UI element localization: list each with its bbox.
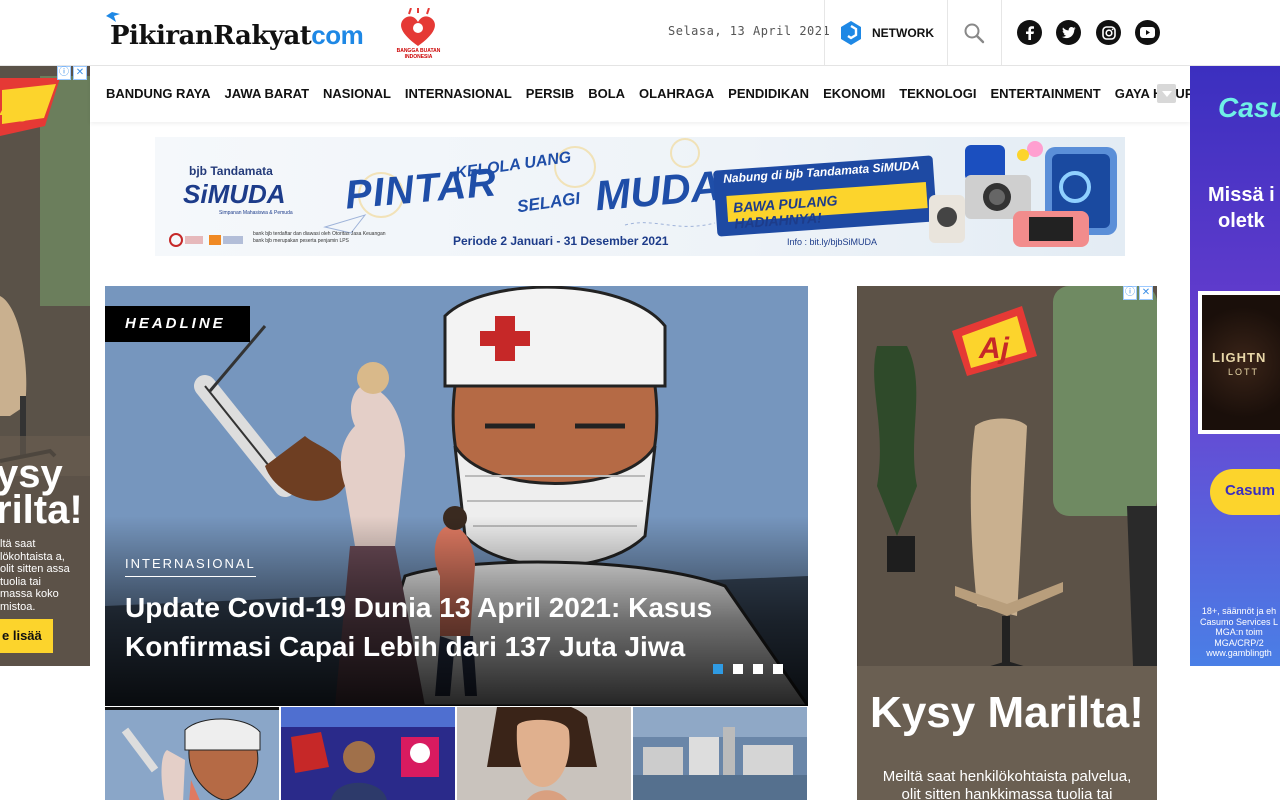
nav-item-teknologi[interactable]: TEKNOLOGI	[899, 86, 976, 101]
right-side-ad-headline-2: oletk	[1218, 210, 1265, 232]
network-label: NETWORK	[872, 26, 934, 40]
nav-item-nasional[interactable]: NASIONAL	[323, 86, 391, 101]
badge-text: BANGGA BUATAN INDONESIA	[396, 48, 441, 60]
banner-legal: bank bjb terdaftar dan diawasi oleh Otor…	[253, 231, 386, 244]
headline-tag: HEADLINE	[105, 306, 250, 342]
twitter-link[interactable]	[1056, 20, 1081, 45]
logo-text: PikiranRakyatcom	[110, 20, 364, 51]
banner-simuda-sub: Simpanan Mahasiswa & Pemuda	[219, 210, 293, 216]
nav-item-jawa-barat[interactable]: JAWA BARAT	[225, 86, 310, 101]
twitter-icon	[1061, 26, 1076, 38]
right-ad-title: Kysy Marilta!	[870, 688, 1144, 737]
right-column-ad[interactable]: Aj Kysy Marilta! Meiltä saat henkilökoht…	[857, 286, 1157, 800]
thumbnail-image	[457, 707, 631, 800]
lottery-logo-text: LIGHTN	[1212, 350, 1267, 365]
facebook-link[interactable]	[1017, 20, 1042, 45]
thumbnail-3[interactable]	[457, 707, 631, 800]
lottery-logo-frame: LIGHTN LOTT	[1198, 291, 1280, 434]
casumo-brand: Casu	[1218, 92, 1280, 123]
nav-item-bola[interactable]: BOLA	[588, 86, 625, 101]
adchoices[interactable]: ⓘ ✕	[57, 66, 89, 80]
site-header: PikiranRakyatcom BANGGA BUATAN INDONESIA…	[0, 0, 1280, 66]
divider	[1001, 0, 1002, 66]
lottery-logo-sub: LOTT	[1228, 367, 1260, 377]
instagram-link[interactable]	[1096, 20, 1121, 45]
thumbnail-image	[281, 707, 455, 800]
slider-dots	[713, 664, 783, 674]
ojk-lps-logos	[169, 233, 243, 247]
headline-thumbnails	[105, 707, 808, 800]
main-nav: BANDUNG RAYA JAWA BARAT NASIONAL INTERNA…	[90, 66, 1193, 122]
thumbnail-image	[633, 707, 807, 800]
nav-item-gaya-hidup[interactable]: GAYA HIDUP	[1115, 86, 1194, 101]
banner-info: Info : bit.ly/bjbSiMUDA	[787, 237, 878, 247]
thumbnail-2[interactable]	[281, 707, 455, 800]
adchoices-info-icon[interactable]: ⓘ	[57, 66, 71, 80]
ad-close-icon[interactable]: ✕	[1139, 286, 1153, 300]
site-logo[interactable]: PikiranRakyatcom BANGGA BUATAN INDONESIA	[106, 7, 446, 60]
adchoices-info-icon[interactable]: ⓘ	[1123, 286, 1137, 300]
headline-category[interactable]: INTERNASIONAL	[125, 556, 256, 577]
search-icon	[964, 23, 985, 44]
slider-dot-1[interactable]	[713, 664, 723, 674]
right-side-ad[interactable]: Casu Missä i oletk LIGHTN LOTT Casum 18+…	[1190, 66, 1280, 666]
bjb-simuda-banner[interactable]: bjb Tandamata SiMUDA Simpanan Mahasiswa …	[155, 137, 1125, 256]
headline-slider[interactable]: HEADLINE INTERNASIONAL Update Covid-19 D…	[105, 286, 808, 706]
thumbnail-4[interactable]	[633, 707, 807, 800]
nav-item-internasional[interactable]: INTERNASIONAL	[405, 86, 512, 101]
left-ad-title-2: rilta!	[0, 488, 83, 532]
headline-title[interactable]: Update Covid-19 Dunia 13 April 2021: Kas…	[125, 588, 765, 666]
banner-periode: Periode 2 Januari - 31 Desember 2021	[453, 234, 669, 248]
divider	[947, 0, 948, 66]
slider-dot-3[interactable]	[753, 664, 763, 674]
nav-more-dropdown[interactable]	[1157, 84, 1176, 103]
adchoices[interactable]: ⓘ ✕	[1123, 286, 1155, 300]
nav-item-pendidikan[interactable]: PENDIDIKAN	[728, 86, 809, 101]
youtube-link[interactable]	[1135, 20, 1160, 45]
right-side-ad-headline-1: Missä i	[1208, 184, 1275, 206]
slider-dot-2[interactable]	[733, 664, 743, 674]
left-ad-cta[interactable]: e lisää	[0, 619, 53, 653]
nav-items: BANDUNG RAYA JAWA BARAT NASIONAL INTERNA…	[106, 86, 1207, 101]
instagram-icon	[1101, 25, 1116, 40]
ad-close-icon[interactable]: ✕	[73, 66, 87, 80]
page: PikiranRakyatcom BANGGA BUATAN INDONESIA…	[0, 0, 1280, 800]
right-ad-body: Meiltä saat henkilökohtaista palvelua, o…	[882, 768, 1132, 800]
banner-gadgets-image	[929, 141, 1117, 247]
divider	[824, 0, 825, 66]
nav-item-persib[interactable]: PERSIB	[526, 86, 574, 101]
nav-item-entertainment[interactable]: ENTERTAINMENT	[990, 86, 1100, 101]
nav-item-ekonomi[interactable]: EKONOMI	[823, 86, 885, 101]
right-ad-logo: Aj	[978, 332, 1010, 365]
network-button[interactable]: NETWORK	[840, 19, 934, 47]
youtube-icon	[1140, 27, 1155, 38]
network-hex-icon	[841, 21, 861, 45]
nav-item-bandung-raya[interactable]: BANDUNG RAYA	[106, 86, 211, 101]
current-date: Selasa, 13 April 2021	[668, 24, 831, 38]
search-button[interactable]	[962, 20, 988, 46]
left-side-ad[interactable]: Aj ysy rilta! ltä saat lökohtaista a, ol…	[0, 66, 90, 666]
thumbnail-1[interactable]	[105, 707, 279, 800]
casumo-cta[interactable]: Casum	[1210, 469, 1280, 515]
banner-bjb: bjb Tandamata	[189, 164, 273, 178]
left-ad-body: ltä saat lökohtaista a, olit sitten assa…	[0, 538, 70, 613]
facebook-icon	[1025, 25, 1034, 40]
nav-item-olahraga[interactable]: OLAHRAGA	[639, 86, 714, 101]
slider-dot-4[interactable]	[773, 664, 783, 674]
left-ad-logo: Aj	[0, 86, 32, 122]
banner-simuda: SiMUDA	[183, 179, 286, 209]
heart-badge-icon	[401, 7, 435, 46]
bangga-buatan-indonesia-badge: BANGGA BUATAN INDONESIA	[391, 7, 446, 60]
thumbnail-image	[105, 710, 279, 800]
right-side-ad-fine-print: 18+, säännöt ja eh Casumo Services L MGA…	[1199, 606, 1279, 658]
